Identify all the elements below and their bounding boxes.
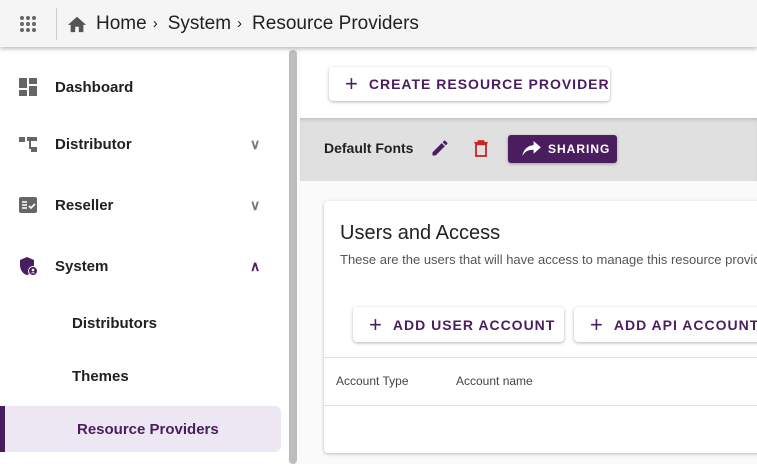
- sidebar-item-system[interactable]: System ∧: [0, 243, 281, 289]
- plus-icon: +: [345, 71, 359, 96]
- add-user-account-button[interactable]: + ADD USER ACCOUNT: [353, 307, 564, 342]
- sidebar-item-dashboard[interactable]: Dashboard: [0, 64, 281, 110]
- divider: [324, 357, 757, 358]
- provider-name: Default Fonts: [324, 140, 414, 156]
- share-arrow-icon: [522, 141, 541, 157]
- top-bar: Home › System › Resource Providers: [0, 0, 757, 47]
- home-icon[interactable]: [66, 14, 88, 34]
- sidebar-item-resource-providers[interactable]: Resource Providers: [0, 406, 281, 452]
- divider: [324, 405, 757, 406]
- breadcrumb: Home › System › Resource Providers: [66, 13, 419, 35]
- sidebar-item-distributor[interactable]: Distributor ∨: [0, 121, 281, 167]
- sidebar-item-themes[interactable]: Themes: [0, 353, 281, 399]
- breadcrumb-home[interactable]: Home: [96, 13, 147, 35]
- column-header-account-name[interactable]: Account name: [456, 374, 533, 388]
- card-title: Users and Access: [340, 222, 501, 244]
- provider-header: Default Fonts SHARING: [300, 118, 757, 181]
- divider: [56, 7, 57, 40]
- chevron-down-icon[interactable]: ∨: [250, 136, 260, 153]
- apps-grid-icon[interactable]: [0, 15, 56, 33]
- checklist-icon: [19, 197, 37, 213]
- chevron-right-icon: ›: [237, 15, 243, 32]
- column-header-account-type[interactable]: Account Type: [336, 374, 409, 388]
- main-toolbar: + CREATE RESOURCE PROVIDER: [300, 47, 757, 118]
- admin-shield-icon: [20, 257, 38, 276]
- breadcrumb-system[interactable]: System: [168, 13, 231, 35]
- chevron-down-icon[interactable]: ∨: [250, 197, 260, 214]
- chevron-right-icon: ›: [152, 15, 158, 32]
- sidebar-item-distributors[interactable]: Distributors: [0, 300, 281, 346]
- plus-icon: +: [590, 311, 604, 337]
- plus-icon: +: [369, 311, 383, 337]
- users-access-card: Users and Access These are the users tha…: [324, 201, 757, 453]
- sidebar-item-reseller[interactable]: Reseller ∨: [0, 182, 281, 228]
- edit-icon[interactable]: [430, 138, 450, 158]
- sidebar-scrollbar[interactable]: [289, 50, 297, 464]
- add-api-account-button[interactable]: + ADD API ACCOUNT: [574, 307, 757, 342]
- delete-icon[interactable]: [471, 138, 491, 159]
- hierarchy-icon: [19, 137, 37, 152]
- chevron-up-icon[interactable]: ∧: [250, 258, 260, 275]
- create-resource-provider-button[interactable]: + CREATE RESOURCE PROVIDER: [329, 67, 610, 101]
- card-subtitle: These are the users that will have acces…: [340, 252, 757, 267]
- sharing-button[interactable]: SHARING: [508, 135, 617, 163]
- breadcrumb-current: Resource Providers: [252, 12, 419, 34]
- sidebar: Dashboard Distributor ∨ Reseller ∨ Syste…: [0, 47, 288, 464]
- dashboard-icon: [19, 78, 37, 96]
